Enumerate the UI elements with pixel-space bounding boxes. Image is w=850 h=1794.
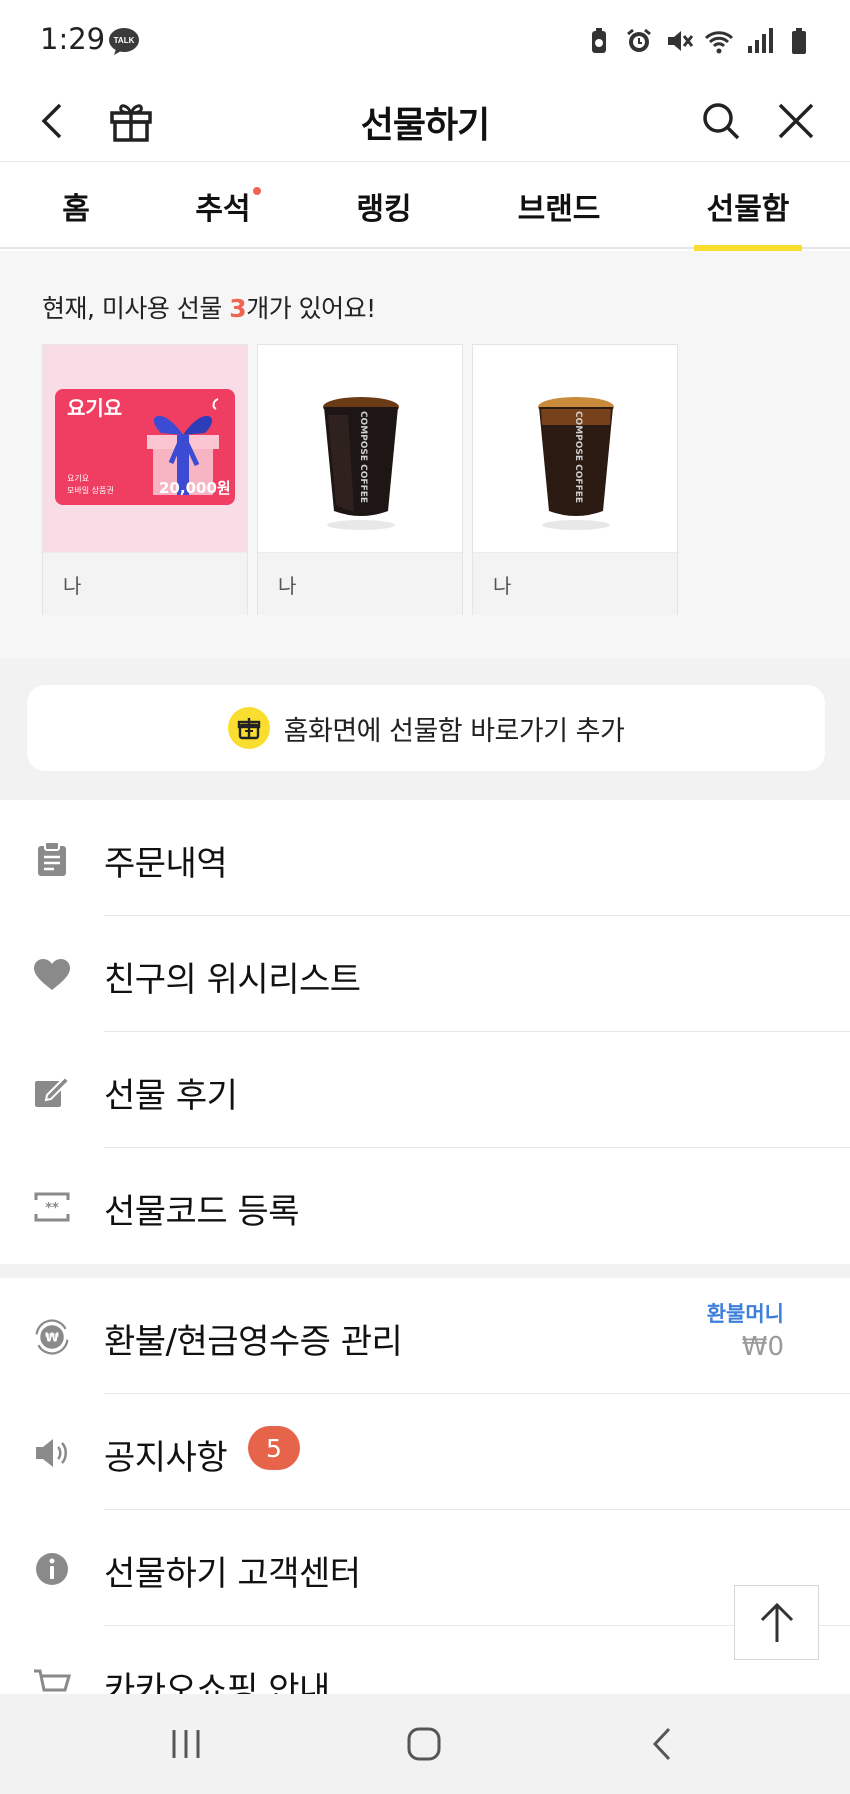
home-icon (407, 1727, 441, 1761)
wifi-icon (704, 26, 734, 56)
close-button[interactable] (771, 96, 821, 146)
kakaotalk-notification-icon: TALK (108, 27, 140, 55)
menu-item-refund[interactable]: ₩ 환불/현금영수증 관리 환불머니 ₩0 (0, 1278, 850, 1394)
menu-item-customer-center[interactable]: 선물하기 고객센터 (0, 1510, 850, 1626)
menu-item-friend-wishlist[interactable]: 친구의 위시리스트 (0, 916, 850, 1032)
menu-label: 선물하기 고객센터 (104, 1554, 361, 1594)
notice-count-badge: 5 (248, 1426, 300, 1470)
gift-sender: 나 (278, 574, 297, 598)
battery-saver-icon (584, 26, 614, 56)
clipboard-icon (33, 840, 71, 878)
tab-chuseok[interactable]: 추석 (193, 163, 261, 249)
giftbox-shortcut-icon (227, 707, 270, 749)
svg-text:요기요: 요기요 (67, 474, 89, 483)
tab-giftbox[interactable]: 선물함 (694, 163, 802, 251)
tab-brand[interactable]: 브랜드 (514, 163, 604, 249)
tab-label: 홈 (62, 192, 90, 227)
shortcut-section: 홈화면에 선물함 바로가기 추가 (0, 658, 850, 800)
menu-label: 주문내역 (104, 844, 228, 884)
gift-sender: 나 (63, 574, 82, 598)
heart-icon (33, 956, 71, 994)
tab-bar: 홈 추석 랭킹 브랜드 선물함 (0, 163, 850, 251)
tab-label: 브랜드 (517, 192, 601, 227)
tab-home[interactable]: 홈 (50, 163, 102, 249)
search-button[interactable] (696, 96, 746, 146)
menu-label: 공지사항 (104, 1438, 228, 1478)
tab-label: 추석 (195, 192, 251, 227)
svg-text:20,000원: 20,000원 (159, 479, 231, 497)
svg-text:₩: ₩ (45, 1330, 59, 1345)
code-icon: ** (33, 1188, 71, 1226)
tab-ranking[interactable]: 랭킹 (354, 163, 414, 249)
gift-card[interactable]: COMPOSE COFFEE 나 (472, 344, 678, 615)
yogiyo-giftcard-image: 요기요 요기요 모바일 상품권 20,000원 (55, 389, 235, 505)
scroll-to-top-button[interactable] (734, 1585, 819, 1660)
gift-image: 요기요 요기요 모바일 상품권 20,000원 (43, 345, 247, 552)
speaker-icon (33, 1434, 71, 1472)
iced-coffee-image: COMPOSE COFFEE (538, 397, 614, 530)
add-home-shortcut-button[interactable]: 홈화면에 선물함 바로가기 추가 (27, 685, 825, 771)
unused-gifts-title: 현재, 미사용 선물 3개가 있어요! (42, 289, 376, 325)
menu-group-orders: 주문내역 친구의 위시리스트 선물 후기 ** 선물코드 등록 (0, 800, 850, 1264)
edit-icon (33, 1072, 71, 1110)
home-button[interactable] (394, 1719, 454, 1769)
menu-label: 환불/현금영수증 관리 (104, 1322, 403, 1362)
battery-icon (784, 26, 814, 56)
recent-apps-button[interactable] (156, 1719, 216, 1769)
mute-icon (664, 26, 694, 56)
gift-card[interactable]: 요기요 요기요 모바일 상품권 20,000원 나 (42, 344, 248, 615)
app-header: 선물하기 (0, 80, 850, 162)
menu-item-order-history[interactable]: 주문내역 (0, 800, 850, 916)
new-dot (253, 187, 261, 195)
menu-item-notice[interactable]: 공지사항 5 (0, 1394, 850, 1510)
unused-gifts-section: 현재, 미사용 선물 3개가 있어요! 요기요 요기요 모바일 상품권 20,0… (0, 251, 850, 658)
title-suffix: 개가 있어요! (246, 294, 376, 323)
status-time: 1:29 (40, 22, 106, 56)
menu-item-gift-code[interactable]: ** 선물코드 등록 (0, 1148, 850, 1264)
menu-label: 선물코드 등록 (104, 1192, 300, 1232)
svg-text:COMPOSE COFFEE: COMPOSE COFFEE (358, 411, 368, 503)
alarm-icon (624, 26, 654, 56)
system-back-button[interactable] (632, 1719, 692, 1769)
recents-icon (172, 1730, 200, 1758)
svg-text:**: ** (45, 1201, 59, 1216)
refund-money-label: 환불머니 (706, 1302, 784, 1326)
section-divider (0, 1264, 850, 1278)
menu-group-support: ₩ 환불/현금영수증 관리 환불머니 ₩0 공지사항 5 선물하기 고객센터 카… (0, 1278, 850, 1742)
gift-image: COMPOSE COFFEE (258, 345, 462, 552)
tab-label: 선물함 (706, 192, 790, 227)
gift-card[interactable]: COMPOSE COFFEE 나 (257, 344, 463, 615)
info-icon (33, 1550, 71, 1588)
svg-text:TALK: TALK (114, 36, 135, 45)
svg-text:COMPOSE COFFEE: COMPOSE COFFEE (573, 411, 583, 503)
system-nav-bar (0, 1694, 850, 1794)
svg-text:요기요: 요기요 (67, 396, 122, 420)
refund-money-amount: ₩0 (741, 1332, 784, 1362)
arrow-up-icon (760, 1602, 793, 1642)
shortcut-label: 홈화면에 선물함 바로가기 추가 (283, 715, 625, 747)
title-prefix: 현재, 미사용 선물 (42, 294, 230, 323)
status-bar: 1:29 TALK (0, 0, 850, 80)
back-icon (652, 1727, 671, 1761)
menu-item-gift-review[interactable]: 선물 후기 (0, 1032, 850, 1148)
svg-text:모바일 상품권: 모바일 상품권 (67, 485, 114, 495)
close-icon (778, 103, 814, 139)
unused-count: 3 (229, 294, 247, 323)
signal-icon (744, 26, 774, 56)
menu-label: 선물 후기 (104, 1076, 238, 1116)
iced-americano-image: COMPOSE COFFEE (323, 397, 399, 530)
tab-label: 랭킹 (356, 192, 412, 227)
gift-image: COMPOSE COFFEE (473, 345, 677, 552)
refund-icon: ₩ (33, 1318, 71, 1356)
menu-label: 친구의 위시리스트 (104, 960, 361, 1000)
gift-sender: 나 (493, 574, 512, 598)
refund-money: 환불머니 ₩0 (707, 1298, 784, 1362)
search-icon (703, 103, 740, 140)
